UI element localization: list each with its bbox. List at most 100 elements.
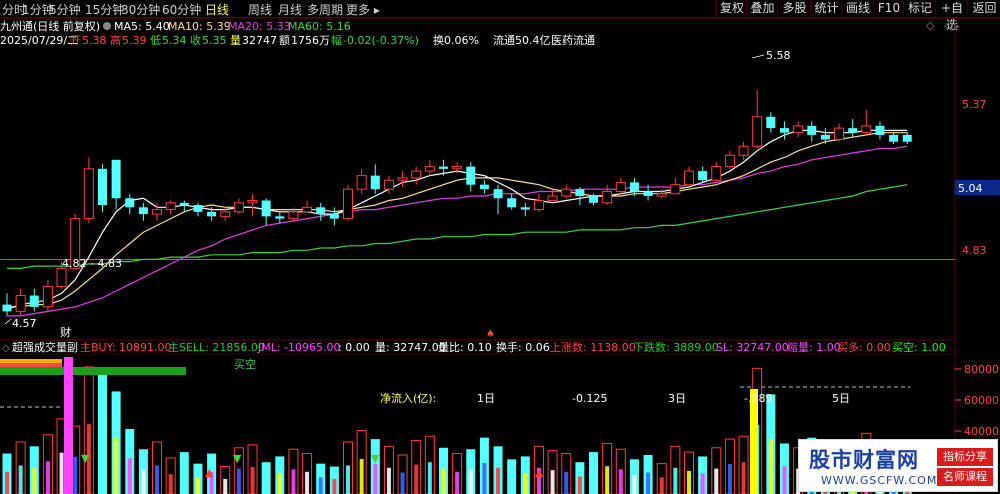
vol-axis-label-0: 80000 [964,363,999,376]
arrow-icon: ◁▷ [944,21,960,32]
indicator-field-2: JML: -10965.00 [257,341,341,354]
candle-body [193,205,203,212]
volume-sub-bar [496,467,501,494]
candle-body [793,125,804,134]
volume-sub-bar [782,466,787,494]
candle-body [561,188,572,197]
candle-body [29,295,39,307]
candle-body [302,206,313,213]
candle-body [589,196,599,203]
volume-sub-bar [277,473,282,494]
cai-marker-2: ♠ [486,329,495,340]
date-label: 2025/07/29/二 [0,34,78,47]
volume-sub-bar [264,476,269,494]
diamond-icon: ◇ [926,19,935,32]
candle-body [779,128,789,133]
price-axis-label: 4.83 [962,244,987,257]
indicator-field-3: : 0.00 [338,341,370,354]
high-mark-label: 5.58 [766,49,791,62]
candle-body [493,189,503,199]
low-mark-label: 4.57 [12,317,37,330]
candle-body [370,175,380,190]
candle-body [397,177,408,181]
volume-sub-bar [318,477,323,494]
candle-body [83,168,94,220]
change-label: 幅 [331,34,342,47]
watermark: 股市财富网 WWW.GSCFW.COM 指标分享 名师课程 [798,439,998,492]
volume-sub-bar [73,456,78,494]
sell-band [0,367,186,375]
chart-title: 九州通(日线 前复权) [0,19,100,33]
candle-body [452,166,463,170]
candle-body [2,304,12,312]
volume-sub-bar [509,474,514,494]
watermark-tag-courses[interactable]: 名师课程 [937,468,993,486]
highlight-volume-bar [64,357,73,494]
net-flow-value-3: -.889 [744,392,772,405]
indicator-field-0: 主BUY: 10891.00 [80,341,172,354]
high-mark-pointer [751,54,765,59]
volume-sub-bar [646,472,651,494]
indicator-field-8: 下跌数: 3889.00 [633,340,719,354]
candle-body [602,190,613,204]
candle-body [233,202,244,213]
current-price-label: 5.04 [958,182,983,195]
volume-sub-bar [332,478,337,494]
candle-body [343,188,353,220]
low-value: 5.34 [162,34,187,47]
watermark-tag-indicators[interactable]: 指标分享 [937,448,993,466]
candle-body [411,170,422,179]
volume-sub-bar [427,462,432,494]
volume-sub-bar [591,470,596,494]
volume-sub-bar [359,459,364,494]
signal-arrow-3: ▲ [535,466,544,479]
candle-body [152,209,163,215]
vol-axis-label-1: 60000 [964,394,999,407]
signal-arrow-0: ▲ [205,466,214,479]
candle-body [207,211,217,217]
indicator-field-10: 缩量: 1.00 [787,341,841,354]
volume-label: 量 [230,34,241,47]
indicator-field-4: 量: 32747.00 [375,341,446,354]
candle-body [520,207,530,210]
volume-sub-bar [5,471,9,494]
net-flow-value-1: -0.125 [572,392,607,405]
high-label: 高 [110,33,121,47]
volume-sub-bar [632,474,637,494]
volume-sub-bar [236,468,241,494]
volume-sub-bar [659,477,664,494]
candle-body [424,166,435,172]
candle-body [247,200,258,204]
net-flow-period-5: 5日 [832,392,850,405]
volume-sub-bar [291,469,296,494]
ma5-label: MA5: 5.40 [114,20,170,33]
signal-arrow-2: ▼ [371,452,380,465]
candle-body [575,189,585,196]
candle-body [643,191,653,196]
ma20-label: MA20: 5.33 [228,20,291,33]
candle-body [42,285,53,308]
candle-body [834,127,845,140]
candle-body [479,184,489,190]
volume-sub-bar [168,474,173,494]
indicator-name: 超强成交量副 [12,340,78,354]
candle-body [807,125,817,135]
candle-body [56,267,67,287]
volume-sub-bar [59,452,64,494]
close-value: 5.35 [202,34,227,47]
volume-sub-bar [700,473,705,494]
float-cap-label: 流通50.4亿 [493,33,551,47]
ma5-line [6,129,908,310]
volume-sub-bar [618,469,623,494]
candle-body [547,195,558,202]
candle-body [466,166,476,185]
change-value: -0.02(-0.37%) [343,34,419,47]
candle-body [698,171,708,181]
indicator-field-12: 买空: 1.00 [892,340,946,354]
volume-sub-bar [114,437,119,494]
ma60-label: MA60: 5.16 [288,20,351,33]
settings-icon [103,22,111,30]
close-label: 收 [190,33,201,47]
volume-value: 32747 [242,34,277,47]
indicator-field-6: 换手: 0.06 [496,340,550,354]
